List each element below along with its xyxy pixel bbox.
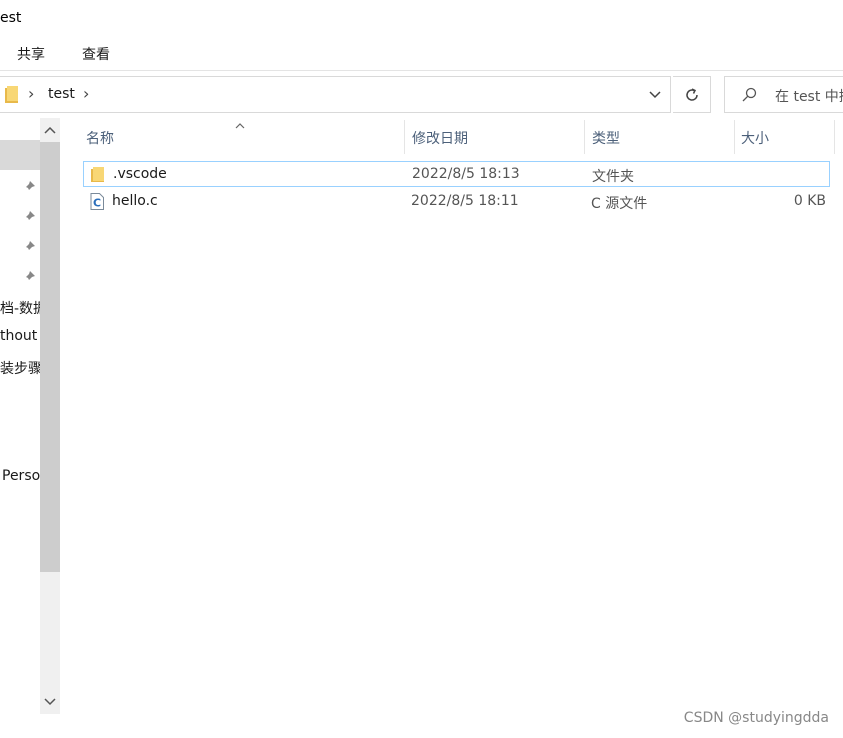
search-placeholder: 在 test 中搜	[775, 89, 843, 105]
file-date: 2022/8/5 18:13	[412, 166, 520, 182]
chevron-up-icon[interactable]	[40, 118, 60, 142]
file-name: hello.c	[112, 193, 158, 209]
column-divider[interactable]	[404, 120, 405, 154]
refresh-button[interactable]	[673, 76, 711, 113]
nav-item-label[interactable]: Perso	[2, 468, 40, 484]
nav-item-selected[interactable]	[0, 140, 40, 170]
address-path[interactable]: test	[48, 86, 75, 102]
ribbon-tab-view[interactable]: 查看	[82, 44, 110, 64]
ribbon-tab-share[interactable]: 共享	[17, 44, 45, 64]
folder-icon	[90, 166, 106, 183]
ribbon-divider	[0, 70, 843, 71]
watermark: CSDN @studyingdda	[683, 710, 829, 726]
column-header-name[interactable]: 名称	[86, 128, 114, 148]
svg-text:C: C	[93, 197, 101, 210]
search-input[interactable]: 在 test 中搜	[724, 76, 843, 113]
column-header-size[interactable]: 大小	[741, 128, 769, 148]
chevron-right-icon[interactable]: ›	[28, 84, 34, 103]
chevron-down-icon[interactable]	[40, 690, 60, 714]
nav-item-label[interactable]: 装步骤	[0, 358, 40, 378]
ribbon: 共享 查看	[0, 42, 843, 66]
column-divider[interactable]	[584, 120, 585, 154]
file-row[interactable]: .vscode 2022/8/5 18:13 文件夹	[83, 161, 830, 187]
refresh-icon	[686, 88, 698, 101]
file-name: .vscode	[113, 166, 167, 182]
folder-icon	[5, 86, 18, 103]
sort-ascending-icon	[234, 118, 246, 134]
file-date: 2022/8/5 18:11	[411, 193, 519, 209]
pin-icon[interactable]	[22, 240, 36, 254]
nav-scrollbar[interactable]	[40, 118, 60, 714]
search-icon	[742, 87, 757, 102]
nav-item-label[interactable]: 档-数据	[0, 298, 40, 318]
c-file-icon: C	[89, 193, 105, 210]
nav-item-label[interactable]: thout	[0, 328, 37, 344]
file-size: 0 KB	[793, 193, 826, 209]
column-header-type[interactable]: 类型	[592, 128, 620, 148]
pin-icon[interactable]	[22, 210, 36, 224]
navigation-pane: 档-数据 thout 装步骤 Perso	[0, 118, 40, 714]
window-title: est	[0, 10, 22, 26]
file-row[interactable]: C hello.c 2022/8/5 18:11 C 源文件 0 KB	[83, 189, 830, 215]
chevron-down-icon[interactable]	[648, 89, 662, 101]
column-divider[interactable]	[834, 120, 835, 154]
chevron-right-icon[interactable]: ›	[83, 84, 89, 103]
file-type: 文件夹	[592, 169, 634, 185]
pin-icon[interactable]	[22, 270, 36, 284]
scrollbar-thumb[interactable]	[40, 142, 60, 572]
address-bar[interactable]: › test ›	[0, 76, 671, 113]
column-header-date[interactable]: 修改日期	[412, 128, 468, 148]
pin-icon[interactable]	[22, 180, 36, 194]
file-type: C 源文件	[591, 196, 648, 212]
column-divider[interactable]	[734, 120, 735, 154]
